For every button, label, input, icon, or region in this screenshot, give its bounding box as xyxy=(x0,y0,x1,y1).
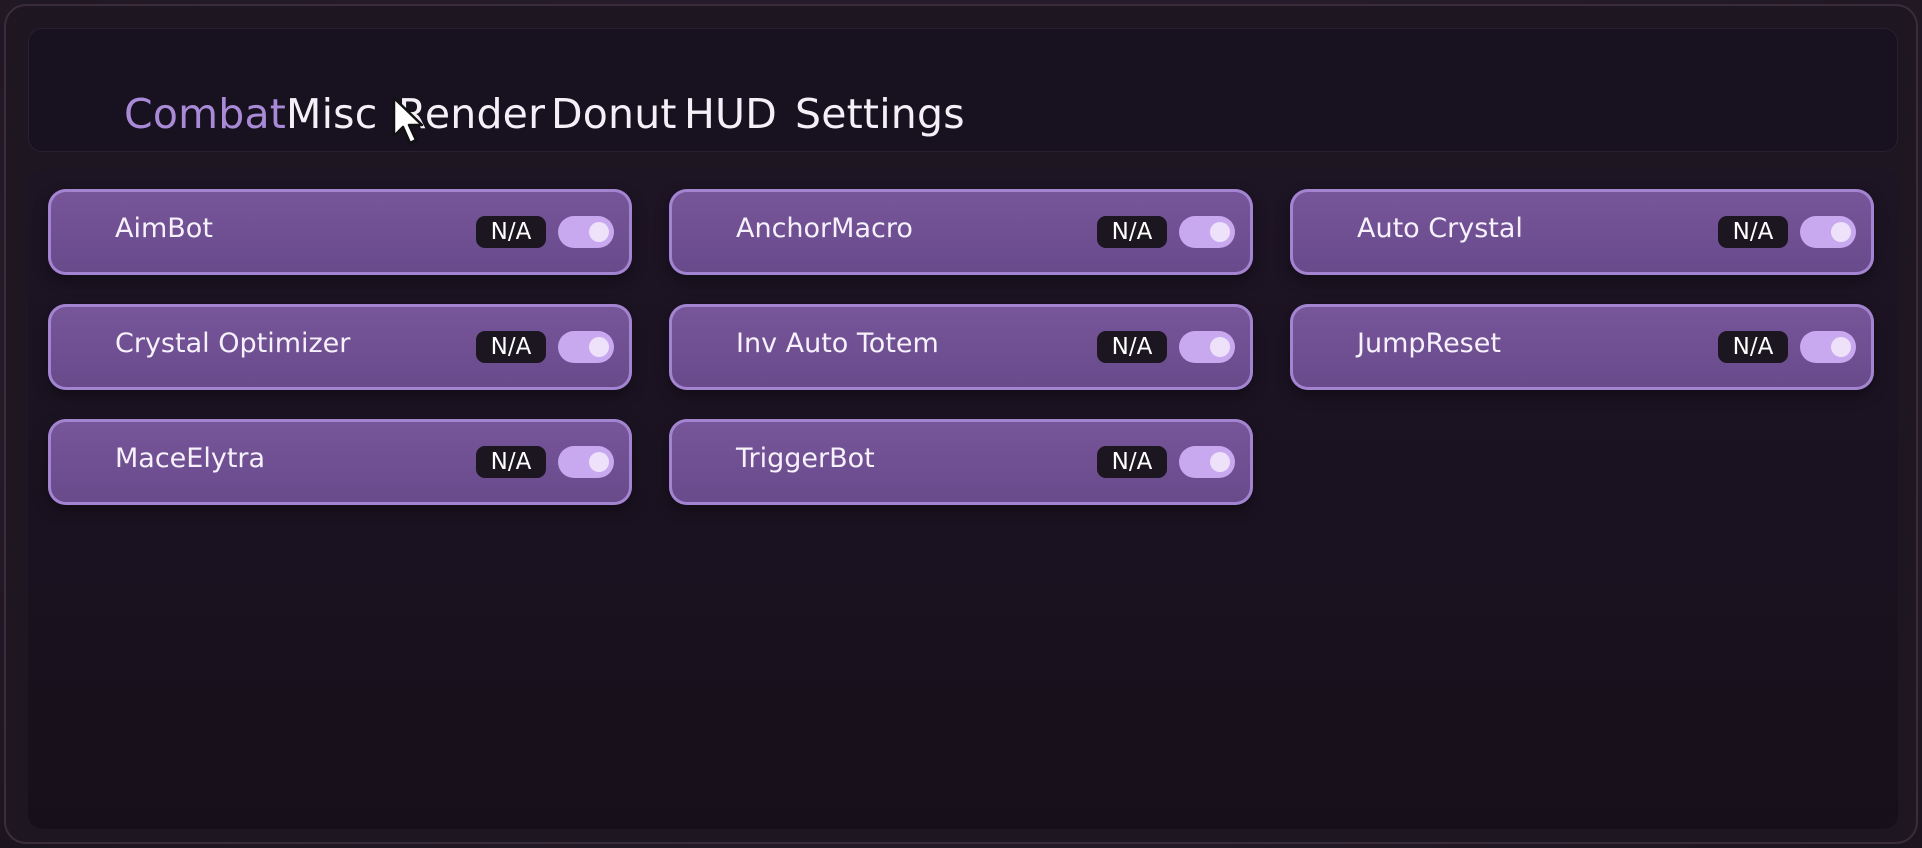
module-toggle[interactable] xyxy=(1179,331,1235,363)
toggle-knob xyxy=(1210,222,1230,242)
module-toggle[interactable] xyxy=(1800,331,1856,363)
tab-donut[interactable]: Donut xyxy=(551,90,677,138)
toggle-knob xyxy=(1831,337,1851,357)
tab-hud[interactable]: HUD xyxy=(684,90,777,138)
module-toggle[interactable] xyxy=(1179,446,1235,478)
tab-settings[interactable]: Settings xyxy=(795,90,965,138)
app-frame: Combat Misc Render Donut HUD Settings Ai… xyxy=(0,0,1922,848)
keybind-badge[interactable]: N/A xyxy=(476,331,546,363)
toggle-knob xyxy=(1210,337,1230,357)
mouse-pointer-icon xyxy=(392,96,424,145)
module-label: AimBot xyxy=(115,213,213,244)
module-label: JumpReset xyxy=(1357,328,1501,359)
module-anchormacro[interactable]: AnchorMacro N/A xyxy=(669,189,1253,275)
tab-misc[interactable]: Misc xyxy=(286,90,377,138)
keybind-badge[interactable]: N/A xyxy=(476,216,546,248)
module-label: TriggerBot xyxy=(736,443,875,474)
module-toggle[interactable] xyxy=(558,216,614,248)
module-inv-auto-totem[interactable]: Inv Auto Totem N/A xyxy=(669,304,1253,390)
tab-combat[interactable]: Combat xyxy=(124,90,286,138)
module-triggerbot[interactable]: TriggerBot N/A xyxy=(669,419,1253,505)
module-toggle[interactable] xyxy=(558,446,614,478)
toggle-knob xyxy=(1210,452,1230,472)
toggle-knob xyxy=(589,337,609,357)
module-auto-crystal[interactable]: Auto Crystal N/A xyxy=(1290,189,1874,275)
category-tab-bar: Combat Misc Render Donut HUD Settings xyxy=(28,28,1898,152)
toggle-knob xyxy=(589,222,609,242)
keybind-badge[interactable]: N/A xyxy=(1718,216,1788,248)
keybind-badge[interactable]: N/A xyxy=(476,446,546,478)
module-crystal-optimizer[interactable]: Crystal Optimizer N/A xyxy=(48,304,632,390)
keybind-badge[interactable]: N/A xyxy=(1718,331,1788,363)
module-toggle[interactable] xyxy=(558,331,614,363)
module-label: Auto Crystal xyxy=(1357,213,1523,244)
keybind-badge[interactable]: N/A xyxy=(1097,331,1167,363)
module-label: AnchorMacro xyxy=(736,213,913,244)
client-window: Combat Misc Render Donut HUD Settings Ai… xyxy=(4,4,1918,844)
toggle-knob xyxy=(1831,222,1851,242)
module-label: Crystal Optimizer xyxy=(115,328,351,359)
module-panel: AimBot N/A AnchorMacro N/A Auto Crystal … xyxy=(28,169,1898,829)
module-aimbot[interactable]: AimBot N/A xyxy=(48,189,632,275)
keybind-badge[interactable]: N/A xyxy=(1097,216,1167,248)
module-toggle[interactable] xyxy=(1179,216,1235,248)
module-label: MaceElytra xyxy=(115,443,266,474)
keybind-badge[interactable]: N/A xyxy=(1097,446,1167,478)
module-toggle[interactable] xyxy=(1800,216,1856,248)
toggle-knob xyxy=(589,452,609,472)
module-label: Inv Auto Totem xyxy=(736,328,939,359)
module-maceelytra[interactable]: MaceElytra N/A xyxy=(48,419,632,505)
module-jumpreset[interactable]: JumpReset N/A xyxy=(1290,304,1874,390)
